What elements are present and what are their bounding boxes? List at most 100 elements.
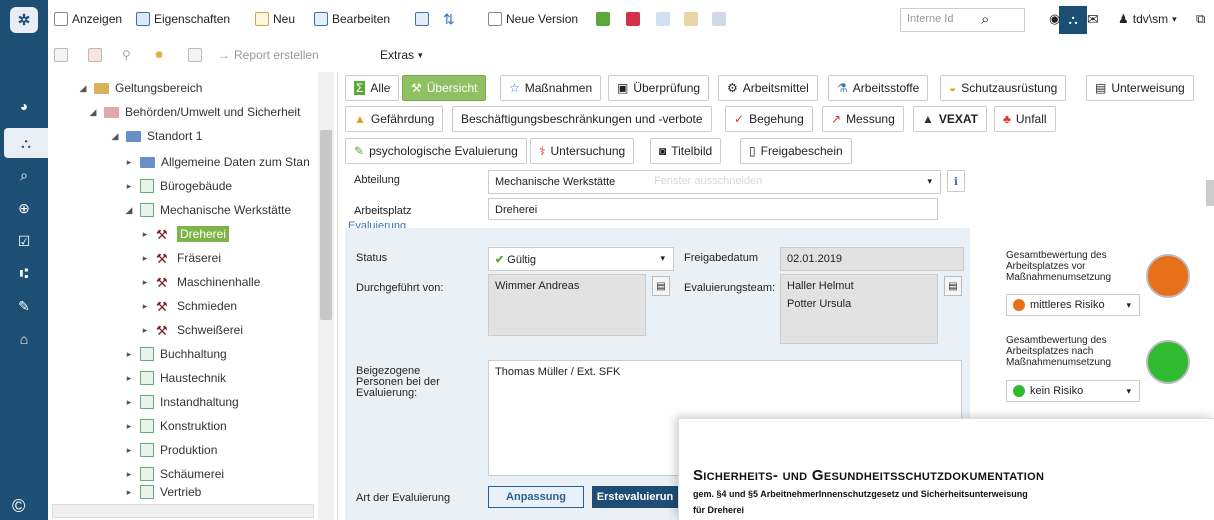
freigabedatum-field[interactable]: 02.01.2019 xyxy=(780,247,964,271)
collapse-icon[interactable]: ◢ xyxy=(88,107,98,118)
tab-gefaehrdung[interactable]: ▲ Gefährdung xyxy=(345,106,444,132)
settings-button[interactable]: ✹ xyxy=(154,46,164,64)
expand-icon[interactable]: ▸ xyxy=(124,487,134,498)
tab-massnahmen[interactable]: ☆ Maßnahmen xyxy=(500,75,602,101)
durchgefuehrt-picker-button[interactable]: ▤ xyxy=(652,276,670,296)
tab-psychologische-evaluierung[interactable]: ✎ psychologische Evaluierung xyxy=(345,138,527,164)
expand-icon[interactable]: ▸ xyxy=(124,421,134,432)
tab-begehung[interactable]: ✓ Begehung xyxy=(725,106,813,132)
tree-horizontal-scrollbar[interactable] xyxy=(52,504,314,518)
expand-icon[interactable]: ▸ xyxy=(124,181,134,192)
expand-icon[interactable]: ▸ xyxy=(124,157,134,168)
search-nav-icon[interactable]: ⌕ xyxy=(0,160,48,190)
graduation-icon[interactable]: ⌂ xyxy=(0,324,48,354)
tab-uebersicht[interactable]: ⚒ Übersicht xyxy=(402,75,487,101)
reject-button[interactable] xyxy=(626,10,640,28)
tree-node[interactable]: ▸ Allgemeine Daten zum Stan xyxy=(124,152,310,172)
mail-button[interactable]: ✉ xyxy=(1087,10,1099,28)
expand-icon[interactable]: ▸ xyxy=(140,229,150,240)
copy-button[interactable] xyxy=(656,10,670,28)
main-scrollbar-thumb[interactable] xyxy=(1206,180,1214,206)
view-button[interactable]: ◉ xyxy=(1049,10,1060,28)
tab-unfall[interactable]: ♣ Unfall xyxy=(994,106,1056,132)
report-button[interactable]: → Report erstellen xyxy=(218,46,319,64)
filter-button[interactable]: ⚲ xyxy=(122,46,131,64)
collapse-icon[interactable]: ◢ xyxy=(110,131,120,142)
neue-version-button[interactable]: Neue Version xyxy=(488,10,578,28)
tab-arbeitsstoffe[interactable]: ⚗ Arbeitsstoffe xyxy=(828,75,929,101)
tree-node[interactable]: ▸ Instandhaltung xyxy=(124,392,239,412)
tree-node[interactable]: ▸ ⚒ Maschinenhalle xyxy=(140,272,261,292)
external-link-button[interactable]: ⧉ xyxy=(1196,10,1205,28)
dashboard-icon[interactable]: ◕ xyxy=(0,91,48,121)
tree-node[interactable]: ▸ Produktion xyxy=(124,440,217,460)
internal-id-input[interactable]: Interne Id xyxy=(900,8,1025,32)
tree-node[interactable]: ▸ ⚒ Schmieden xyxy=(140,296,237,316)
sitemap-nav-icon[interactable]: ⛬ xyxy=(4,128,48,158)
bearbeiten-button[interactable]: Bearbeiten xyxy=(314,10,390,28)
tree-node[interactable]: ◢ Behörden/Umwelt und Sicherheit xyxy=(88,102,301,122)
checklist-icon[interactable]: ☑ xyxy=(0,226,48,256)
collapse-icon[interactable]: ◢ xyxy=(78,83,88,94)
move-button[interactable] xyxy=(415,10,429,28)
tab-alle[interactable]: Σ Alle xyxy=(345,75,400,101)
tree-node[interactable]: ◢ Geltungsbereich xyxy=(78,78,203,98)
tab-schutzausruestung[interactable]: ◒ Schutzausrüstung xyxy=(940,75,1067,101)
tree-node[interactable]: ▸ Bürogebäude xyxy=(124,176,232,196)
tree-node[interactable]: ▸ Buchhaltung xyxy=(124,344,227,364)
durchgefuehrt-field[interactable]: Wimmer Andreas xyxy=(488,274,646,336)
pencil-icon[interactable]: ✎ xyxy=(0,291,48,321)
expand-icon[interactable]: ▸ xyxy=(124,373,134,384)
user-menu[interactable]: ♟ tdv\sm ▾ xyxy=(1118,10,1177,28)
tree-node-selected[interactable]: ▸ ⚒ Dreherei xyxy=(140,224,230,244)
tree-node[interactable]: ▸ ⚒ Fräserei xyxy=(140,248,221,268)
tree-node[interactable]: ▸ Schäumerei xyxy=(124,464,224,484)
anpassung-button[interactable]: Anpassung xyxy=(488,486,584,508)
tree-node[interactable]: ▸ Konstruktion xyxy=(124,416,227,436)
tab-vexat[interactable]: ▲ VEXAT xyxy=(913,106,988,132)
erstevaluierung-button[interactable]: Erstevaluierun xyxy=(592,486,678,508)
tree-node[interactable]: ▸ ⚒ Schweißerei xyxy=(140,320,243,340)
expand-icon[interactable]: ▸ xyxy=(140,301,150,312)
tab-unterweisung[interactable]: ▤ Unterweisung xyxy=(1086,75,1194,101)
approve-button[interactable] xyxy=(596,10,610,28)
expand-icon[interactable]: ▸ xyxy=(140,325,150,336)
abteilung-select[interactable]: Mechanische Werkstätte Fenster ausschnei… xyxy=(488,170,941,194)
arbeitsplatz-field[interactable]: Dreherei xyxy=(488,198,938,220)
tree-structure-icon[interactable]: ⑆ xyxy=(0,258,48,288)
tree-node[interactable]: ▸ Haustechnik xyxy=(124,368,226,388)
abteilung-info-button[interactable]: ℹ xyxy=(947,170,965,192)
app-logo[interactable]: ✲ xyxy=(10,7,38,33)
team-field[interactable]: Haller Helmut Potter Ursula xyxy=(780,274,938,344)
eigenschaften-button[interactable]: Eigenschaften xyxy=(136,10,230,28)
collapse-icon[interactable]: ◢ xyxy=(124,205,134,216)
copyright-icon[interactable]: © xyxy=(12,496,25,517)
tree-node[interactable]: ◢ Mechanische Werkstätte xyxy=(124,200,291,220)
search-button[interactable]: ⌕ xyxy=(981,10,989,28)
status-select[interactable]: ✔ Gültig ▾ xyxy=(488,247,674,271)
tab-ueberpruefung[interactable]: ▣ Überprüfung xyxy=(608,75,710,101)
tree-node[interactable]: ◢ Standort 1 xyxy=(110,126,203,146)
page-button[interactable] xyxy=(188,46,202,64)
paste-button[interactable] xyxy=(684,10,698,28)
zoom-search-icon[interactable]: ⊕ xyxy=(0,193,48,223)
tab-beschaeftigungsbeschraenkungen[interactable]: Beschäftigungsbeschränkungen und -verbot… xyxy=(452,106,712,132)
tab-untersuchung[interactable]: ⚕ Untersuchung xyxy=(530,138,635,164)
expand-icon[interactable]: ▸ xyxy=(140,277,150,288)
team-picker-button[interactable]: ▤ xyxy=(944,276,962,296)
tab-titelbild[interactable]: ◙ Titelbild xyxy=(650,138,722,164)
tree-node[interactable]: ▸ Vertrieb xyxy=(124,482,201,502)
expand-icon[interactable]: ▸ xyxy=(140,253,150,264)
delete-doc-button[interactable] xyxy=(88,46,102,64)
doc-button[interactable] xyxy=(54,46,68,64)
tree-scrollbar-thumb[interactable] xyxy=(320,130,332,320)
expand-icon[interactable]: ▸ xyxy=(124,445,134,456)
sitemap-button[interactable]: ⛬ xyxy=(1059,6,1087,34)
tab-messung[interactable]: ↗ Messung xyxy=(822,106,904,132)
anzeigen-button[interactable]: Anzeigen xyxy=(54,10,122,28)
tab-arbeitsmittel[interactable]: ⚙ Arbeitsmittel xyxy=(718,75,818,101)
rating-after-select[interactable]: kein Risiko ▾ xyxy=(1006,380,1140,402)
neu-button[interactable]: Neu xyxy=(255,10,295,28)
tab-freigabeschein[interactable]: ▯ Freigabeschein xyxy=(740,138,852,164)
clear-button[interactable] xyxy=(712,10,726,28)
